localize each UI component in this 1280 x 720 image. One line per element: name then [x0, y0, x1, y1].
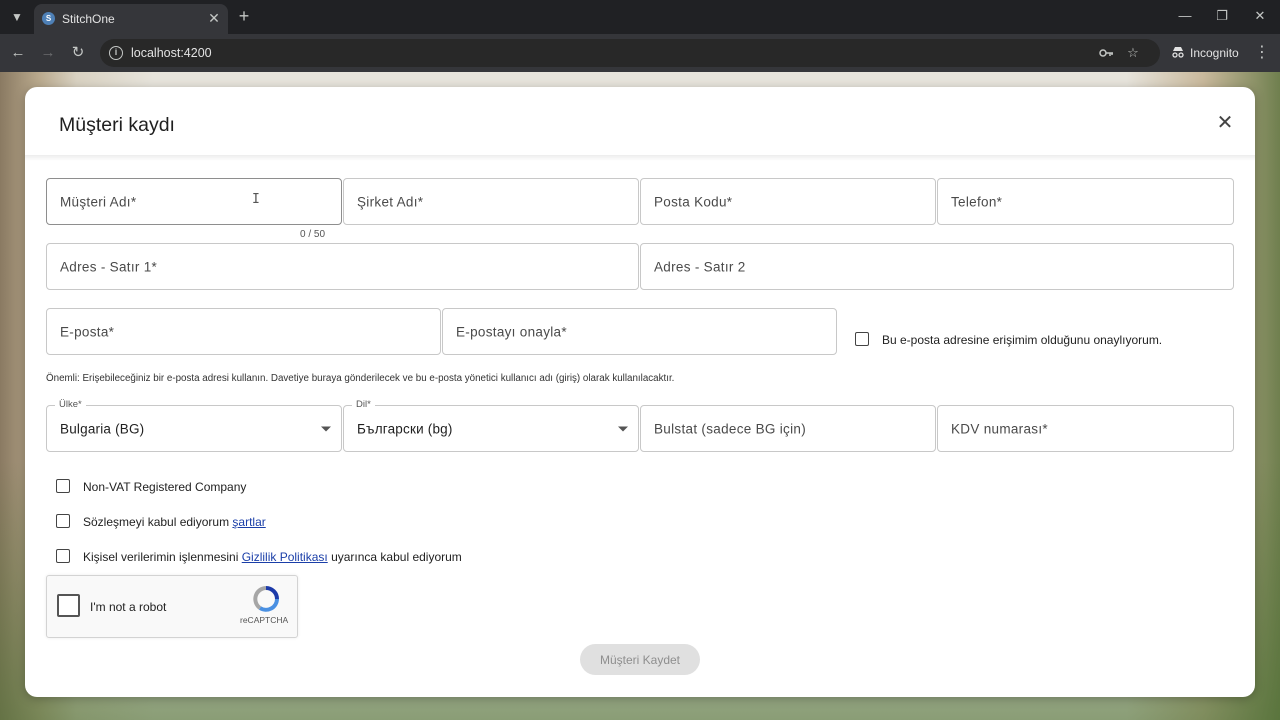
header-divider — [25, 155, 1255, 161]
privacy-suffix: uyarınca kabul ediyorum — [327, 550, 462, 564]
customer-name-input[interactable]: Müşteri Adı* I — [46, 178, 342, 225]
chevron-down-icon[interactable]: ▼ — [6, 7, 28, 27]
incognito-indicator[interactable]: Incognito — [1163, 39, 1245, 67]
kebab-icon[interactable]: ⋮ — [1254, 43, 1270, 63]
recaptcha-label: I'm not a robot — [90, 600, 167, 614]
terms-checkbox[interactable] — [56, 514, 70, 528]
recaptcha-widget: I'm not a robot reCAPTCHA — [46, 575, 298, 638]
country-label: Ülke* — [55, 399, 86, 410]
bulstat-input[interactable]: Bulstat (sadece BG için) — [640, 405, 936, 452]
recaptcha-checkbox[interactable] — [57, 594, 80, 617]
info-icon[interactable]: i — [109, 46, 123, 60]
recaptcha-logo-icon — [252, 585, 280, 613]
privacy-label: Kişisel verilerimin işlenmesini Gizlilik… — [83, 550, 462, 564]
email-confirm-placeholder: E-postayı onayla* — [456, 324, 567, 339]
text-cursor-icon: I — [252, 192, 260, 207]
vat-placeholder: KDV numarası* — [951, 421, 1048, 436]
minimize-icon[interactable]: — — [1175, 6, 1195, 26]
language-value: Български (bg) — [357, 421, 453, 436]
phone-input[interactable]: Telefon* — [937, 178, 1234, 225]
email-note: Önemli: Erişebileceğiniz bir e-posta adr… — [46, 373, 675, 384]
privacy-text: Kişisel verilerimin işlenmesini — [83, 550, 242, 564]
non-vat-label: Non-VAT Registered Company — [83, 480, 247, 494]
terms-link[interactable]: şartlar — [232, 515, 265, 529]
language-select[interactable]: Dil* Български (bg) — [343, 399, 639, 452]
register-customer-button[interactable]: Müşteri Kaydet — [580, 644, 700, 675]
browser-tab[interactable]: S StitchOne ✕ — [34, 4, 228, 34]
vat-input[interactable]: KDV numarası* — [937, 405, 1234, 452]
close-icon[interactable]: ✕ — [206, 10, 222, 26]
arrow-right-icon[interactable]: → — [38, 43, 58, 63]
address-line1-placeholder: Adres - Satır 1* — [60, 259, 158, 274]
postal-code-input[interactable]: Posta Kodu* — [640, 178, 936, 225]
customer-name-counter: 0 / 50 — [300, 229, 326, 240]
company-name-input[interactable]: Şirket Adı* — [343, 178, 639, 225]
favicon-icon: S — [42, 12, 55, 25]
incognito-label: Incognito — [1190, 46, 1239, 60]
restore-icon[interactable]: ❐ — [1212, 6, 1232, 26]
address-line2-placeholder: Adres - Satır 2 — [654, 259, 746, 274]
address-line1-input[interactable]: Adres - Satır 1* — [46, 243, 639, 290]
customer-name-placeholder: Müşteri Adı* — [60, 194, 137, 209]
country-value: Bulgaria (BG) — [60, 421, 145, 436]
bulstat-placeholder: Bulstat (sadece BG için) — [654, 421, 807, 436]
browser-tab-bar: ▼ S StitchOne ✕ + — ❐ ✕ — [0, 0, 1280, 34]
address-line2-input[interactable]: Adres - Satır 2 — [640, 243, 1234, 290]
close-icon[interactable]: ✕ — [1213, 111, 1237, 135]
dropdown-arrow-icon — [321, 426, 331, 431]
star-icon[interactable]: ☆ — [1125, 45, 1141, 61]
arrow-left-icon[interactable]: ← — [8, 43, 28, 63]
close-window-icon[interactable]: ✕ — [1250, 6, 1270, 26]
reload-icon[interactable]: ↻ — [68, 43, 88, 63]
phone-placeholder: Telefon* — [951, 194, 1003, 209]
dropdown-arrow-icon — [618, 426, 628, 431]
email-access-label: Bu e-posta adresine erişimim olduğunu on… — [882, 333, 1163, 347]
country-select[interactable]: Ülke* Bulgaria (BG) — [46, 399, 342, 452]
company-name-placeholder: Şirket Adı* — [357, 194, 424, 209]
key-icon[interactable] — [1098, 45, 1114, 61]
dialog-title: Müşteri kaydı — [59, 114, 175, 136]
address-bar[interactable]: i localhost:4200 ☆ — [100, 39, 1160, 67]
incognito-icon — [1171, 45, 1185, 62]
privacy-policy-link[interactable]: Gizlilik Politikası — [242, 550, 328, 564]
email-access-checkbox[interactable] — [855, 332, 869, 346]
email-input[interactable]: E-posta* — [46, 308, 441, 355]
tab-title: StitchOne — [62, 12, 115, 26]
privacy-checkbox[interactable] — [56, 549, 70, 563]
postal-code-placeholder: Posta Kodu* — [654, 194, 733, 209]
non-vat-checkbox[interactable] — [56, 479, 70, 493]
email-confirm-input[interactable]: E-postayı onayla* — [442, 308, 837, 355]
plus-icon[interactable]: + — [234, 6, 254, 26]
url-text: localhost:4200 — [131, 46, 212, 60]
terms-text: Sözleşmeyi kabul ediyorum — [83, 515, 233, 529]
language-label: Dil* — [352, 399, 375, 410]
email-placeholder: E-posta* — [60, 324, 115, 339]
terms-label: Sözleşmeyi kabul ediyorum şartlar — [83, 515, 266, 529]
browser-toolbar: ← → ↻ i localhost:4200 ☆ Incognito ⋮ — [0, 34, 1280, 72]
recaptcha-brand: reCAPTCHA — [240, 615, 289, 625]
customer-registration-dialog: Müşteri kaydı ✕ Müşteri Adı* I 0 / 50 Şi… — [25, 87, 1255, 697]
